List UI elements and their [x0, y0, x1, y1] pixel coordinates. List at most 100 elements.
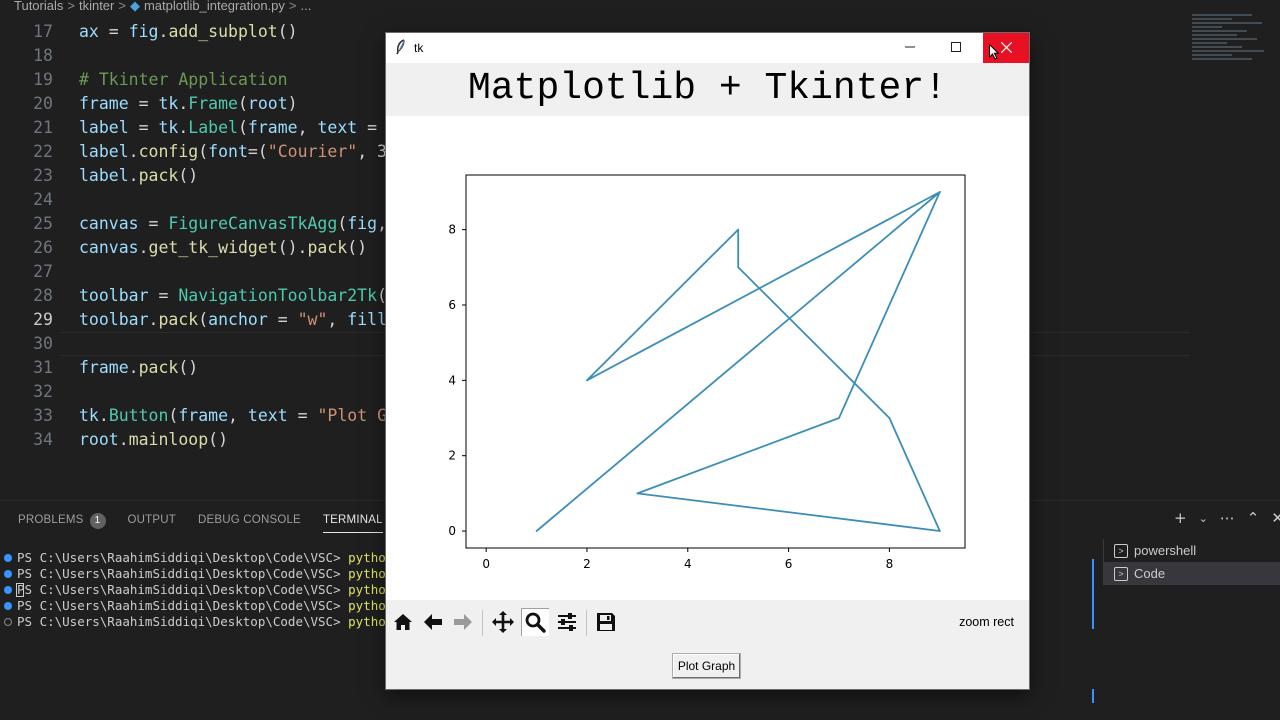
data-point	[888, 417, 891, 419]
mouse-pointer-icon	[989, 44, 999, 60]
code-token: FigureCanvasTkAgg	[168, 214, 338, 233]
tab-terminal[interactable]: TERMINAL	[322, 511, 383, 533]
tab-debug-console[interactable]: DEBUG CONSOLE	[198, 511, 301, 533]
code-token: "Plot G	[317, 406, 388, 425]
code-token: canvas	[79, 214, 139, 233]
maximize-panel-icon[interactable]: ⌃	[1247, 509, 1260, 529]
code-text: canvas = FigureCanvasTkAgg(fig,	[79, 212, 387, 236]
code-token: frame	[79, 94, 129, 113]
problems-badge: 1	[89, 513, 106, 529]
code-token: "Courier"	[267, 142, 358, 161]
x-tick-label: 0	[482, 557, 490, 571]
tab-label: PROBLEMS	[18, 514, 84, 526]
code-token: label	[79, 118, 129, 137]
back-button[interactable]	[419, 608, 447, 636]
panel-tabs: PROBLEMS 1 OUTPUT DEBUG CONSOLE TERMINAL	[18, 511, 383, 533]
save-button[interactable]	[592, 608, 620, 636]
code-token: label	[79, 142, 129, 161]
code-text: toolbar.pack(anchor = "w", fill	[79, 308, 387, 332]
code-token: mainloop	[128, 430, 209, 449]
subplots-button[interactable]	[553, 608, 581, 636]
code-token: fill	[347, 310, 388, 329]
command-status-icon[interactable]	[4, 554, 12, 562]
terminal-icon: >	[1114, 566, 1128, 581]
tk-window: tk Matplotlib + Tkinter! 0246802468 zoom…	[386, 33, 1029, 689]
data-point	[586, 379, 588, 382]
code-token: .	[178, 94, 189, 113]
line-number: 31	[33, 358, 53, 377]
terminal-cursor	[16, 583, 24, 597]
forward-button[interactable]	[449, 608, 477, 636]
minimize-button[interactable]	[887, 33, 933, 63]
forward-arrow-icon	[454, 614, 472, 630]
command-status-icon[interactable]	[4, 618, 12, 626]
new-terminal-icon[interactable]: +	[1174, 509, 1187, 529]
code-text: root.mainloop()	[79, 428, 228, 452]
code-token: , 3	[357, 142, 387, 161]
home-button[interactable]	[389, 608, 417, 636]
breadcrumb-item[interactable]: matplotlib_integration.py	[144, 0, 285, 13]
y-tick-label: 4	[448, 373, 456, 387]
heading-label: Matplotlib + Tkinter!	[468, 67, 947, 110]
code-token: add_subplot	[168, 22, 278, 41]
window-titlebar[interactable]: tk	[386, 33, 1029, 63]
breadcrumb-item[interactable]: tkinter	[79, 0, 114, 13]
home-icon	[394, 614, 412, 630]
chevron-down-icon[interactable]: ⌄	[1199, 509, 1208, 529]
code-token: .	[138, 238, 149, 257]
command-status-icon[interactable]	[4, 602, 12, 610]
code-token: =(	[247, 142, 268, 161]
breadcrumb-item[interactable]: ...	[300, 0, 311, 13]
breadcrumb-separator: >	[118, 0, 126, 13]
code-token: .	[128, 166, 139, 185]
tab-problems[interactable]: PROBLEMS 1	[18, 511, 106, 533]
code-token: =	[287, 406, 318, 425]
code-token: pack	[158, 310, 199, 329]
code-token: fig	[128, 22, 159, 41]
code-token: root	[79, 430, 119, 449]
terminal-item-label: powershell	[1134, 543, 1197, 558]
code-token: .	[98, 406, 109, 425]
tab-output[interactable]: OUTPUT	[128, 511, 176, 533]
data-point	[938, 530, 941, 532]
line-chart: 0 2 4 6 8 0 2 4 6 8	[448, 174, 966, 571]
tab-label: DEBUG CONSOLE	[198, 514, 301, 526]
terminal-scroll-indicator	[1092, 689, 1094, 703]
close-panel-icon[interactable]: ✕	[1271, 509, 1280, 529]
line-number: 19	[33, 70, 53, 89]
code-token: =	[128, 94, 159, 113]
breadcrumb-item[interactable]: Tutorials	[14, 0, 63, 13]
plot-graph-button[interactable]: Plot Graph	[672, 653, 741, 679]
tab-label: TERMINAL	[322, 514, 383, 526]
line-number: 22	[33, 142, 53, 161]
zoom-button[interactable]	[521, 608, 549, 636]
terminal-item-code[interactable]: > Code	[1104, 562, 1280, 585]
code-text: frame = tk.Frame(root)	[79, 92, 298, 116]
code-token: (	[237, 118, 248, 137]
matplotlib-figure[interactable]: 0 2 4 6 8 0 2 4 6 8	[386, 116, 1029, 600]
data-point	[737, 228, 740, 231]
more-actions-icon[interactable]: ⋯	[1220, 509, 1235, 529]
command-status-icon[interactable]	[4, 570, 12, 578]
terminal-prompt: PS C:\Users\RaahimSiddiqi\Desktop\Code\V…	[17, 550, 349, 565]
y-tick-label: 0	[448, 524, 456, 538]
line-number: 32	[33, 382, 53, 401]
terminal-scroll-indicator	[1092, 559, 1094, 629]
line-number: 21	[33, 118, 53, 137]
code-token: .	[148, 310, 159, 329]
breadcrumb: Tutorials > tkinter > ◆ matplotlib_integratio…	[0, 0, 1280, 16]
terminal-item-powershell[interactable]: > powershell	[1104, 539, 1280, 562]
pan-button[interactable]	[489, 608, 517, 636]
command-status-icon[interactable]	[4, 586, 12, 594]
navigation-toolbar: zoom rect	[386, 600, 1029, 646]
maximize-button[interactable]	[933, 33, 979, 63]
code-token: label	[79, 166, 129, 185]
code-token: toolbar	[79, 286, 149, 305]
back-arrow-icon	[424, 614, 442, 630]
code-token: tk	[158, 94, 179, 113]
code-token: font	[208, 142, 248, 161]
code-token: frame	[247, 118, 298, 137]
minimap[interactable]	[1192, 14, 1276, 74]
terminal-prompt: PS C:\Users\RaahimSiddiqi\Desktop\Code\V…	[17, 566, 349, 581]
toolbar-message: zoom rect	[959, 615, 1014, 629]
